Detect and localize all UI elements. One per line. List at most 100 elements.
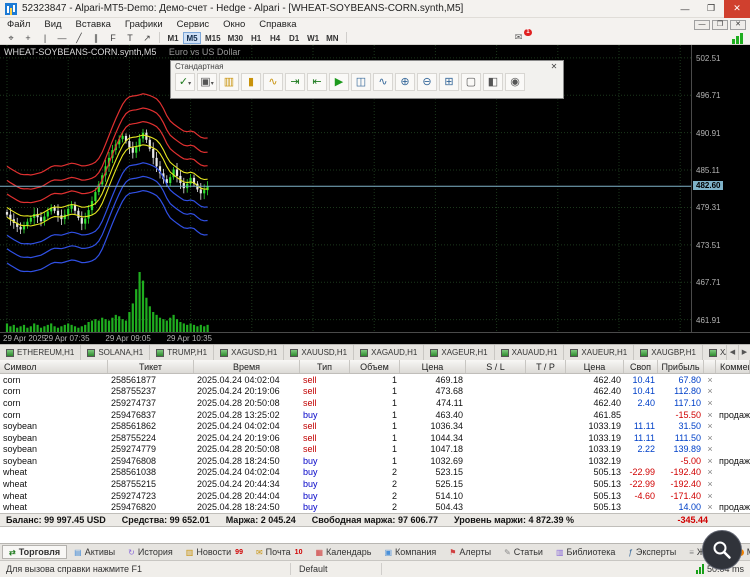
close-position-button[interactable]: × <box>704 386 716 396</box>
toolbox-tab[interactable]: ▤Активы <box>68 546 121 558</box>
market-data-icon[interactable] <box>732 32 747 44</box>
candlestick-chart-icon[interactable]: ▮ <box>241 73 261 91</box>
tabs-scroll-left-icon[interactable]: ◀ <box>726 345 738 360</box>
timeframe-mn-button[interactable]: MN <box>323 32 341 44</box>
tile-windows-icon[interactable]: ⊞ <box>439 73 459 91</box>
position-row[interactable]: corn2585618772025.04.24 04:02:04sell1469… <box>0 374 750 386</box>
price-axis[interactable]: 502.51496.71490.91485.11479.31473.51467.… <box>691 45 750 332</box>
floating-toolbar-close-icon[interactable]: ✕ <box>549 62 559 71</box>
new-order-icon[interactable]: ✓▾ <box>175 73 195 91</box>
horizontal-line-icon[interactable]: — <box>54 32 70 44</box>
algo-trading-icon[interactable]: ▶ <box>329 73 349 91</box>
position-row[interactable]: corn2592747372025.04.28 20:50:08sell1474… <box>0 397 750 409</box>
screenshot-icon[interactable]: ◉ <box>505 73 525 91</box>
tabs-scroll-right-icon[interactable]: ▶ <box>738 345 750 360</box>
indicators-icon[interactable]: ∿ <box>373 73 393 91</box>
menu-item[interactable]: Окно <box>216 18 252 31</box>
column-header[interactable]: Своп <box>624 360 658 373</box>
mdi-restore-button[interactable]: ❐ <box>712 20 728 30</box>
toolbox-tab[interactable]: ▥Библиотека <box>550 546 622 558</box>
timeframe-m5-button[interactable]: M5 <box>183 32 201 44</box>
chart-tab[interactable]: XAUUSD,H1 <box>284 345 354 360</box>
bars-chart-icon[interactable]: ▥ <box>219 73 239 91</box>
new-chart-icon[interactable]: ▣▾ <box>197 73 217 91</box>
column-header[interactable]: Объем <box>350 360 400 373</box>
close-position-button[interactable]: × <box>704 467 716 477</box>
close-position-button[interactable]: × <box>704 444 716 454</box>
chart-tab[interactable]: XAGAUD,H1 <box>354 345 424 360</box>
column-header[interactable]: T / P <box>526 360 566 373</box>
menu-item[interactable]: Вид <box>37 18 68 31</box>
chart-shift-icon[interactable]: ⇤ <box>307 73 327 91</box>
close-position-button[interactable]: × <box>704 375 716 385</box>
close-position-button[interactable]: × <box>704 410 716 420</box>
chart-tab[interactable]: XAUEUR,H1 <box>564 345 634 360</box>
timeframe-w1-button[interactable]: W1 <box>304 32 322 44</box>
menu-item[interactable]: Графики <box>118 18 170 31</box>
column-header[interactable]: Цена <box>566 360 624 373</box>
chart-tab[interactable]: XAGEUR,H1 <box>424 345 494 360</box>
data-window-icon[interactable]: ◧ <box>483 73 503 91</box>
chart-tab[interactable]: ETHEREUM,H1 <box>0 345 81 360</box>
toolbox-tab[interactable]: ƒЭксперты <box>622 546 682 558</box>
equidistant-channel-icon[interactable]: ∥ <box>88 32 104 44</box>
crosshair-icon[interactable]: + <box>20 32 36 44</box>
chart-plot[interactable]: WHEAT-SOYBEANS-CORN.synth,M5 Euro vs US … <box>0 45 750 344</box>
timeframe-h4-button[interactable]: H4 <box>266 32 284 44</box>
mail-icon[interactable]: ✉1 <box>511 32 527 44</box>
chart-tab[interactable]: TRUMP,H1 <box>150 345 214 360</box>
vertical-line-icon[interactable]: | <box>37 32 53 44</box>
toolbox-tab[interactable]: ✉Почта10 <box>250 546 309 558</box>
toolbox-tab[interactable]: ▦Календарь <box>309 546 377 558</box>
column-header[interactable]: Тикет <box>108 360 194 373</box>
close-position-button[interactable]: × <box>704 456 716 466</box>
toolbox-tab[interactable]: ↻История <box>122 546 179 558</box>
menu-item[interactable]: Файл <box>0 18 37 31</box>
close-position-button[interactable]: × <box>704 502 716 512</box>
column-header[interactable]: Цена <box>400 360 466 373</box>
position-row[interactable]: corn2594768372025.04.28 13:25:02buy1463.… <box>0 409 750 421</box>
status-profile[interactable]: Default <box>291 564 381 574</box>
column-header[interactable]: Время <box>194 360 300 373</box>
zoom-overlay-button[interactable] <box>702 530 742 570</box>
position-row[interactable]: corn2587552372025.04.24 20:19:06sell1473… <box>0 386 750 398</box>
position-row[interactable]: wheat2594768202025.04.28 18:24:50buy2504… <box>0 501 750 513</box>
close-position-button[interactable]: × <box>704 433 716 443</box>
toolbox-tab[interactable]: ⇄Торговля <box>2 545 67 559</box>
column-header[interactable]: Символ <box>0 360 108 373</box>
timeframe-m15-button[interactable]: M15 <box>202 32 224 44</box>
close-position-button[interactable]: × <box>704 421 716 431</box>
chart-tab[interactable]: SOLANA,H1 <box>81 345 150 360</box>
chart-tab[interactable]: XAUJPY,H1 <box>703 345 726 360</box>
position-row[interactable]: soybean2585618622025.04.24 04:02:04sell1… <box>0 420 750 432</box>
mdi-close-button[interactable]: ✕ <box>730 20 746 30</box>
position-row[interactable]: wheat2587552152025.04.24 20:44:34buy2525… <box>0 478 750 490</box>
position-row[interactable]: soybean2594768082025.04.28 18:24:50buy11… <box>0 455 750 467</box>
toolbox-tab[interactable]: ▣Компания <box>378 546 442 558</box>
autoscroll-icon[interactable]: ⇥ <box>285 73 305 91</box>
line-chart-icon[interactable]: ∿ <box>263 73 283 91</box>
toolbox-tab[interactable]: ⚑Алерты <box>443 546 497 558</box>
text-label-icon[interactable]: T <box>122 32 138 44</box>
column-header[interactable]: Комментарий <box>716 360 750 373</box>
column-header[interactable]: Прибыль <box>658 360 704 373</box>
chart-tab[interactable]: XAUAUD,H1 <box>495 345 565 360</box>
position-row[interactable]: wheat2585610382025.04.24 04:02:04buy2523… <box>0 467 750 479</box>
close-position-button[interactable]: × <box>704 491 716 501</box>
trendline-icon[interactable]: ╱ <box>71 32 87 44</box>
toolbox-tab[interactable]: ▥Новости99 <box>180 546 249 558</box>
zoom-out-icon[interactable]: ⊖ <box>417 73 437 91</box>
position-row[interactable]: soybean2592747792025.04.28 20:50:08sell1… <box>0 443 750 455</box>
column-header[interactable] <box>704 360 716 373</box>
minimize-button[interactable]: — <box>672 0 698 18</box>
menu-item[interactable]: Справка <box>252 18 303 31</box>
timeframe-d1-button[interactable]: D1 <box>285 32 303 44</box>
menu-item[interactable]: Вставка <box>69 18 118 31</box>
position-row[interactable]: wheat2592747232025.04.28 20:44:04buy2514… <box>0 490 750 502</box>
menu-item[interactable]: Сервис <box>170 18 217 31</box>
fibonacci-icon[interactable]: F <box>105 32 121 44</box>
chart-tab[interactable]: XAUGBP,H1 <box>634 345 703 360</box>
cursor-icon[interactable]: ⌖ <box>3 32 19 44</box>
chart-tab[interactable]: XAGUSD,H1 <box>214 345 284 360</box>
timeframe-m30-button[interactable]: M30 <box>225 32 247 44</box>
